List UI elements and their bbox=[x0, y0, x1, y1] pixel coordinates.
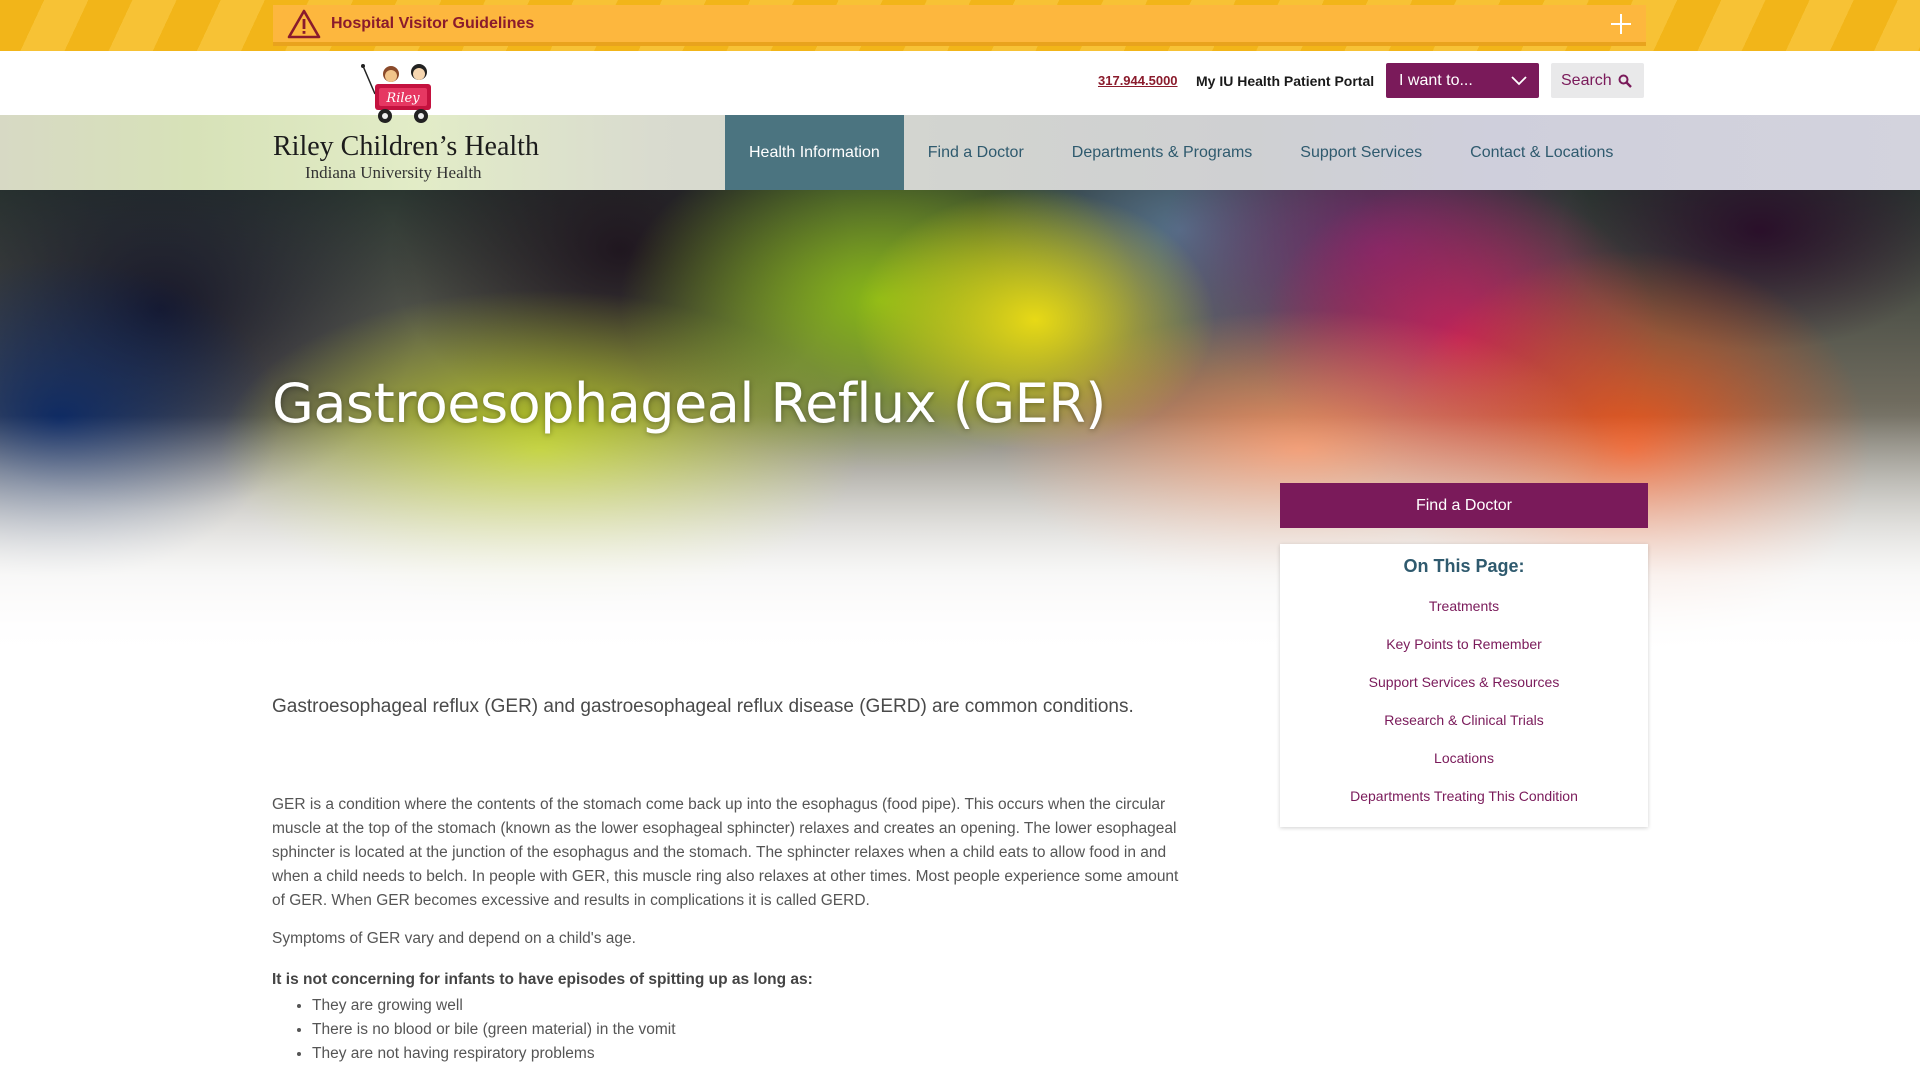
otp-link-support-services[interactable]: Support Services & Resources bbox=[1280, 674, 1648, 712]
logo-subtitle: Indiana University Health bbox=[305, 163, 482, 182]
phone-link[interactable]: 317.944.5000 bbox=[1098, 73, 1178, 88]
logo-title: Riley Children’s Health bbox=[273, 131, 539, 162]
list-item: They are not having respiratory problems bbox=[312, 1042, 1192, 1066]
page-title: Gastroesophageal Reflux (GER) bbox=[272, 372, 1106, 435]
nav-find-a-doctor[interactable]: Find a Doctor bbox=[904, 115, 1048, 190]
otp-link-treatments[interactable]: Treatments bbox=[1280, 598, 1648, 636]
list-item: They are growing well bbox=[312, 994, 1192, 1018]
symptom-bullet-list: They are growing well There is no blood … bbox=[312, 994, 1192, 1066]
bold-lead-text: It is not concerning for infants to have… bbox=[272, 971, 813, 988]
list-item: There is no blood or bile (green materia… bbox=[312, 1018, 1192, 1042]
visitor-guidelines-alert[interactable]: Hospital Visitor Guidelines bbox=[273, 5, 1646, 46]
nav-departments-programs[interactable]: Departments & Programs bbox=[1048, 115, 1277, 190]
riley-logo[interactable]: Riley Riley Children’s Health Indiana Un… bbox=[273, 60, 539, 185]
i-want-to-label: I want to... bbox=[1399, 71, 1473, 89]
otp-link-research[interactable]: Research & Clinical Trials bbox=[1280, 712, 1648, 750]
patient-portal-link[interactable]: My IU Health Patient Portal bbox=[1196, 73, 1374, 89]
chevron-down-icon bbox=[1511, 76, 1527, 86]
nav-items: Health Information Find a Doctor Departm… bbox=[725, 115, 1637, 190]
intro-text: Gastroesophageal reflux (GER) and gastro… bbox=[272, 696, 1134, 717]
i-want-to-dropdown[interactable]: I want to... bbox=[1386, 63, 1539, 98]
otp-link-locations[interactable]: Locations bbox=[1280, 750, 1648, 788]
search-label: Search bbox=[1561, 71, 1612, 89]
nav-health-information[interactable]: Health Information bbox=[725, 115, 904, 190]
on-this-page-title: On This Page: bbox=[1403, 556, 1525, 576]
svg-text:Riley: Riley bbox=[385, 91, 420, 106]
alert-strip: Hospital Visitor Guidelines bbox=[0, 0, 1920, 51]
otp-link-key-points[interactable]: Key Points to Remember bbox=[1280, 636, 1648, 674]
riley-wagon-logo: Riley bbox=[361, 64, 431, 123]
find-a-doctor-button[interactable]: Find a Doctor bbox=[1280, 483, 1648, 528]
on-this-page-links: Treatments Key Points to Remember Suppor… bbox=[1280, 598, 1648, 826]
plus-icon[interactable] bbox=[1608, 11, 1634, 37]
search-icon bbox=[1618, 74, 1632, 88]
on-this-page-panel: On This Page: Treatments Key Points to R… bbox=[1280, 544, 1648, 827]
otp-link-departments[interactable]: Departments Treating This Condition bbox=[1280, 788, 1648, 826]
body-paragraph-1: GER is a condition where the contents of… bbox=[272, 796, 1179, 909]
search-button[interactable]: Search bbox=[1551, 63, 1644, 98]
body-paragraph-2: Symptoms of GER vary and depend on a chi… bbox=[272, 930, 636, 947]
warning-icon bbox=[287, 9, 321, 38]
nav-support-services[interactable]: Support Services bbox=[1276, 115, 1446, 190]
alert-title: Hospital Visitor Guidelines bbox=[331, 14, 535, 32]
nav-contact-locations[interactable]: Contact & Locations bbox=[1446, 115, 1637, 190]
